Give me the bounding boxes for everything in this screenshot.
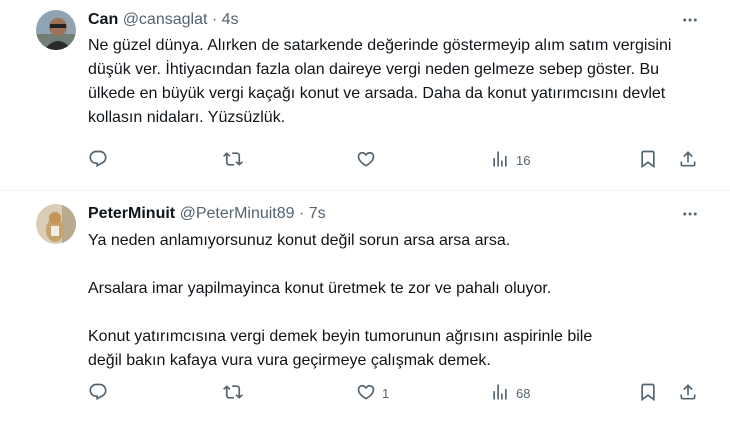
views-icon: [490, 382, 510, 405]
reply-icon: [88, 382, 108, 405]
retweet-button[interactable]: [223, 148, 249, 172]
share-button[interactable]: [678, 381, 698, 405]
views-button[interactable]: 68: [490, 381, 530, 405]
timestamp[interactable]: 7s: [309, 205, 326, 222]
avatar[interactable]: [36, 204, 76, 244]
share-icon: [678, 149, 698, 172]
display-name[interactable]: Can: [88, 11, 118, 28]
retweet-icon: [223, 382, 243, 405]
share-icon: [678, 382, 698, 405]
avatar[interactable]: [36, 10, 76, 50]
heart-icon: [356, 382, 376, 405]
tweet-paragraph: Konut yatırımcısına vergi demek beyin tu…: [88, 328, 593, 369]
action-bar: 1 68: [88, 381, 700, 405]
like-button[interactable]: 1: [356, 381, 389, 405]
bookmark-icon: [638, 149, 658, 172]
separator: ·: [299, 205, 305, 222]
tweet-header: PeterMinuit @PeterMinuit89 · 7s: [88, 204, 326, 224]
reply-button[interactable]: [88, 148, 114, 172]
views-icon: [490, 149, 510, 172]
action-bar: 16: [88, 148, 700, 172]
separator: ·: [211, 11, 218, 28]
tweet-paragraph: Ya neden anlamıyorsunuz konut değil soru…: [88, 232, 511, 249]
view-count: 68: [516, 385, 531, 401]
timestamp[interactable]: 4s: [222, 11, 239, 28]
like-button[interactable]: [356, 148, 382, 172]
reply-button[interactable]: [88, 381, 114, 405]
reply-icon: [88, 149, 108, 172]
tweet-header: Can @cansaglat · 4s: [88, 10, 239, 30]
share-button[interactable]: [678, 148, 698, 172]
display-name[interactable]: PeterMinuit: [88, 205, 175, 222]
tweet[interactable]: Can @cansaglat · 4s Ne güzel dünya. Alır…: [0, 0, 730, 191]
more-icon[interactable]: [680, 204, 700, 224]
tweet-text: Ne güzel dünya. Alırken de satarkende de…: [88, 34, 708, 130]
user-handle[interactable]: @cansaglat: [123, 11, 208, 28]
tweet[interactable]: PeterMinuit @PeterMinuit89 · 7s Ya neden…: [0, 191, 730, 421]
bookmark-button[interactable]: [638, 381, 658, 405]
bookmark-icon: [638, 382, 658, 405]
retweet-button[interactable]: [223, 381, 249, 405]
retweet-icon: [223, 149, 243, 172]
more-icon[interactable]: [680, 10, 700, 30]
tweet-paragraph: Arsalara imar yapilmayinca konut üretmek…: [88, 280, 552, 297]
bookmark-button[interactable]: [638, 148, 658, 172]
like-count: 1: [382, 385, 390, 401]
tweet-paragraph: Ne güzel dünya. Alırken de satarkende de…: [88, 37, 672, 126]
heart-icon: [356, 149, 376, 172]
user-handle[interactable]: @PeterMinuit89: [180, 205, 295, 222]
view-count: 16: [516, 152, 531, 168]
tweet-text: Ya neden anlamıyorsunuz konut değil soru…: [88, 229, 708, 373]
views-button[interactable]: 16: [490, 148, 530, 172]
